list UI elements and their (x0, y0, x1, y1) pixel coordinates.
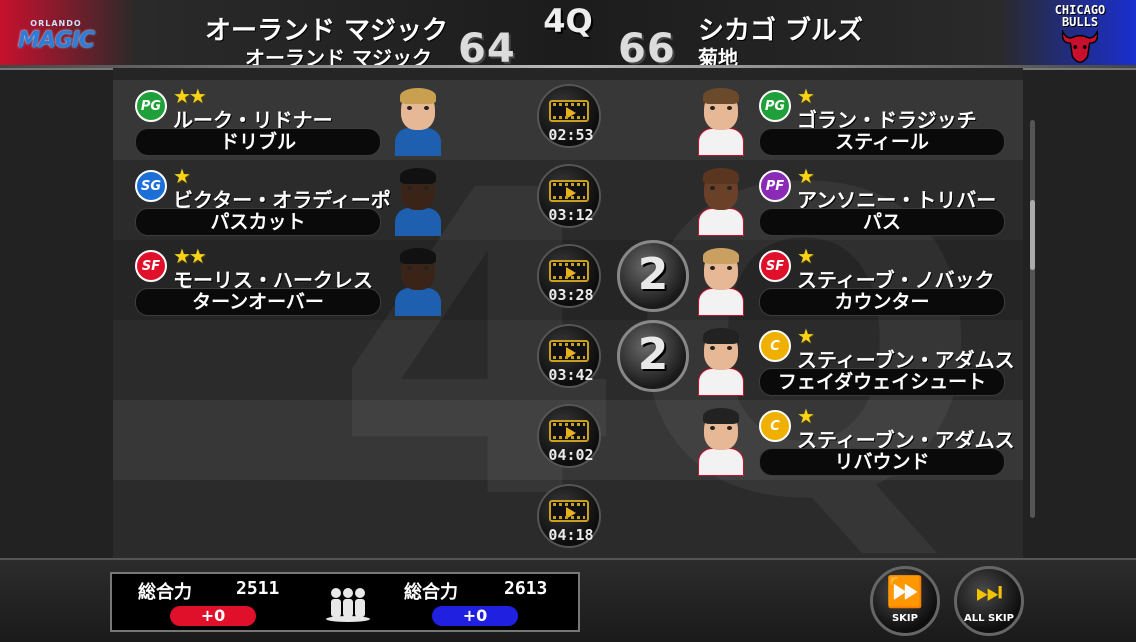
home-play-entry[interactable]: SG ★ ビクター・オラディーポ パスカット (135, 164, 391, 238)
away-score: 66 (618, 26, 676, 72)
fast-forward-icon: ⏩ (886, 575, 924, 610)
home-score: 64 (458, 26, 516, 72)
chicago-bulls-logo: CHICAGO BULLS (1042, 4, 1118, 68)
scrollbar-thumb[interactable] (1030, 200, 1035, 270)
home-power-label: 総合力 (138, 582, 192, 603)
film-icon (549, 500, 589, 522)
quarter-indicator: 4Q (543, 2, 593, 40)
film-icon (549, 260, 589, 282)
away-play-entry[interactable]: PF ★ アンソニー・トリバー パス (759, 164, 1009, 238)
play-action: スティール (759, 128, 1005, 156)
play-icon (566, 107, 576, 119)
video-replay-button[interactable]: 03:12 (537, 164, 601, 228)
home-coach-name: オーランド マジック (245, 46, 432, 70)
home-bonus-pill: +0 (170, 606, 256, 626)
play-time: 04:18 (548, 526, 594, 544)
film-icon (549, 180, 589, 202)
home-play-entry[interactable]: SF ★★ モーリス・ハークレス ターンオーバー (135, 244, 385, 318)
all-skip-label: ALL SKIP (964, 613, 1014, 624)
video-replay-button[interactable]: 03:42 (537, 324, 601, 388)
away-coach-name: 菊地 (698, 46, 738, 70)
video-replay-button[interactable]: 04:02 (537, 404, 601, 468)
position-badge: PG (759, 90, 791, 122)
play-icon (566, 427, 576, 439)
play-action: パスカット (135, 208, 381, 236)
home-play-entry[interactable]: PG ★★ ルーク・リドナー ドリブル (135, 84, 385, 158)
position-badge: C (759, 330, 791, 362)
home-logo-caption: ORLANDO (30, 19, 82, 28)
film-icon (549, 100, 589, 122)
play-time: 03:12 (548, 206, 594, 224)
bull-head-icon (1061, 29, 1099, 63)
video-replay-button[interactable]: 02:53 (537, 84, 601, 148)
play-action: パス (759, 208, 1005, 236)
feed-scrollbar[interactable] (1030, 120, 1035, 518)
play-icon (566, 267, 576, 279)
player-portrait (696, 86, 746, 156)
away-play-entry[interactable]: C ★ スティーブン・アダムス リバウンド (759, 404, 1015, 478)
player-portrait (696, 246, 746, 316)
play-action: カウンター (759, 288, 1005, 316)
play-time: 03:28 (548, 286, 594, 304)
away-power-value: 2613 (504, 578, 548, 599)
film-icon (549, 340, 589, 362)
play-time: 04:02 (548, 446, 594, 464)
player-portrait (696, 166, 746, 236)
player-portrait (393, 166, 443, 236)
position-badge: PG (135, 90, 167, 122)
player-portrait (393, 246, 443, 316)
play-action: ターンオーバー (135, 288, 381, 316)
position-badge: C (759, 410, 791, 442)
film-icon (549, 420, 589, 442)
position-badge: PF (759, 170, 791, 202)
play-icon (566, 507, 576, 519)
video-replay-button[interactable]: 03:28 (537, 244, 601, 308)
combo-counter-badge: 2 (617, 320, 689, 392)
home-power-value: 2511 (236, 578, 280, 599)
away-power-label: 総合力 (404, 582, 458, 603)
away-bonus-pill: +0 (432, 606, 518, 626)
play-icon (566, 347, 576, 359)
combo-counter-badge: 2 (617, 240, 689, 312)
play-action: ドリブル (135, 128, 381, 156)
away-play-entry[interactable]: C ★ スティーブン・アダムス フェイダウェイシュート (759, 324, 1015, 398)
team-players-icon (326, 588, 370, 622)
play-action: リバウンド (759, 448, 1005, 476)
player-portrait (696, 326, 746, 396)
skip-to-end-icon: ⏭ (975, 575, 1003, 610)
play-action: フェイダウェイシュート (759, 368, 1005, 396)
all-skip-button[interactable]: ⏭ ALL SKIP (954, 566, 1024, 636)
away-play-entry[interactable]: SF ★ スティーブ・ノバック カウンター (759, 244, 1009, 318)
player-portrait (393, 86, 443, 156)
team-power-panel: 総合力 2511 +0 総合力 2613 +0 (110, 572, 580, 632)
position-badge: SF (759, 250, 791, 282)
home-logo-wordmark: MAGIC (17, 28, 95, 53)
play-by-play-feed[interactable]: 4Q PG ★★ ルーク・リドナー ドリブル 02:53 PG ★ ゴラン・ドラ… (113, 68, 1023, 558)
away-play-entry[interactable]: PG ★ ゴラン・ドラジッチ スティール (759, 84, 1009, 158)
play-icon (566, 187, 576, 199)
orlando-magic-logo: ORLANDO MAGIC (17, 8, 95, 64)
skip-button[interactable]: ⏩ SKIP (870, 566, 940, 636)
player-portrait (696, 406, 746, 476)
position-badge: SF (135, 250, 167, 282)
away-logo-wordmark: CHICAGO BULLS (1054, 3, 1106, 29)
play-time: 02:53 (548, 126, 594, 144)
skip-label: SKIP (891, 613, 918, 624)
position-badge: SG (135, 170, 167, 202)
scoreboard-header: ORLANDO MAGIC オーランド マジック オーランド マジック 4Q 6… (0, 0, 1136, 72)
play-time: 03:42 (548, 366, 594, 384)
video-replay-button[interactable]: 04:18 (537, 484, 601, 548)
feed-row-partial (113, 68, 1023, 80)
